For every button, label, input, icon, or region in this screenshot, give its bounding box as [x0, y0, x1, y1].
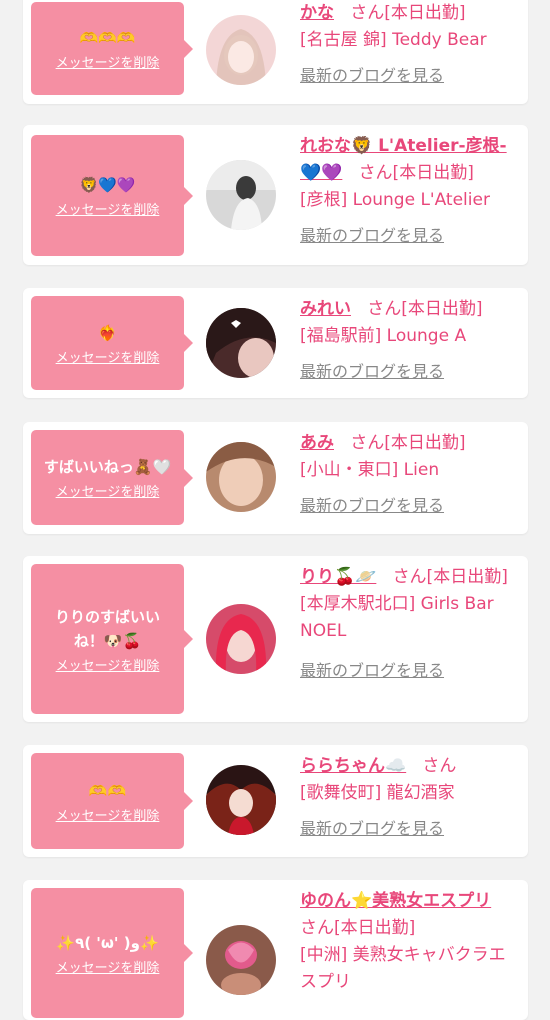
- cast-name-link[interactable]: ゆのん⭐美熟女エスプリ: [300, 891, 491, 911]
- delete-message-link[interactable]: メッセージを削除: [56, 805, 160, 824]
- avatar[interactable]: [206, 604, 276, 674]
- latest-blog-link[interactable]: 最新のブログを見る: [300, 62, 444, 89]
- cast-status: さん: [422, 756, 457, 776]
- shop-info: [本厚木駅北口] Girls Bar NOEL: [300, 594, 494, 641]
- shop-info: [名古屋 錦] Teddy Bear: [300, 30, 487, 50]
- cast-status: さん[本日出勤]: [350, 433, 466, 453]
- cast-name-link[interactable]: ららちゃん☁️: [300, 756, 406, 776]
- cast-info: みれい さん[本日出勤] [福島駅前] Lounge A 最新のブログを見る: [300, 296, 518, 386]
- latest-blog-link[interactable]: 最新のブログを見る: [300, 815, 444, 842]
- delete-message-link[interactable]: メッセージを削除: [56, 199, 160, 218]
- avatar[interactable]: [206, 442, 276, 512]
- message-text: 🫶🫶: [88, 781, 127, 800]
- message-text: りりのすばいいね！🐶🍒: [54, 607, 160, 650]
- cast-info: あみ さん[本日出勤] [小山・東口] Lien 最新のブログを見る: [300, 430, 518, 520]
- delete-message-link[interactable]: メッセージを削除: [56, 957, 160, 976]
- message-bubble: ❤️‍🔥 メッセージを削除: [31, 296, 193, 390]
- favorite-card: すばいいねっ🧸🤍 メッセージを削除 あみ さん[本日出勤] [小山・東口] Li…: [23, 422, 528, 534]
- cast-info: ららちゃん☁️ さん [歌舞伎町] 龍幻酒家 最新のブログを見る: [300, 753, 518, 843]
- cast-info: れおな🦁 L'Atelier-彦根-💙💜 さん[本日出勤] [彦根] Loung…: [300, 133, 518, 250]
- message-bubble: りりのすばいいね！🐶🍒 メッセージを削除: [31, 564, 193, 714]
- avatar[interactable]: [206, 925, 276, 995]
- message-bubble: ✨٩( 'ω' )و✨ メッセージを削除: [31, 888, 193, 1018]
- latest-blog-link[interactable]: 最新のブログを見る: [300, 492, 444, 519]
- shop-info: [彦根] Lounge L'Atelier: [300, 190, 490, 210]
- favorite-card: ✨٩( 'ω' )و✨ メッセージを削除 ゆのん⭐美熟女エスプリ さん[本日出勤…: [23, 880, 528, 1020]
- delete-message-link[interactable]: メッセージを削除: [56, 481, 160, 500]
- shop-info: [小山・東口] Lien: [300, 460, 440, 480]
- message-bubble: すばいいねっ🧸🤍 メッセージを削除: [31, 430, 193, 525]
- cast-status: さん[本日出勤]: [358, 163, 474, 183]
- cast-name-link[interactable]: りり🍒🪐: [300, 567, 376, 587]
- message-text: ✨٩( 'ω' )و✨: [56, 933, 159, 952]
- cast-info: りり🍒🪐 さん[本日出勤] [本厚木駅北口] Girls Bar NOEL 最新…: [300, 564, 518, 685]
- favorite-card: 🫶🫶🫶 メッセージを削除 かな さん[本日出勤] [名古屋 錦] Teddy B…: [23, 0, 528, 104]
- avatar[interactable]: [206, 160, 276, 230]
- message-bubble: 🦁💙💜 メッセージを削除: [31, 135, 193, 256]
- cast-name-link[interactable]: みれい: [300, 299, 351, 319]
- favorite-card: りりのすばいいね！🐶🍒 メッセージを削除 りり🍒🪐 さん[本日出勤] [本厚木駅…: [23, 556, 528, 722]
- cast-name-link[interactable]: かな: [300, 3, 334, 23]
- shop-info: [歌舞伎町] 龍幻酒家: [300, 783, 455, 803]
- favorite-card: 🦁💙💜 メッセージを削除 れおな🦁 L'Atelier-彦根-💙💜 さん[本日出…: [23, 125, 528, 265]
- cast-status: さん[本日出勤]: [300, 918, 416, 938]
- message-text: 🫶🫶🫶: [79, 29, 136, 47]
- shop-info: [中洲] 美熟女キャバクラエスプリ: [300, 945, 506, 992]
- message-bubble: 🫶🫶 メッセージを削除: [31, 753, 193, 849]
- avatar[interactable]: [206, 15, 276, 85]
- cast-info: ゆのん⭐美熟女エスプリ さん[本日出勤] [中洲] 美熟女キャバクラエスプリ: [300, 888, 518, 996]
- message-text: ❤️‍🔥: [98, 323, 117, 342]
- cast-info: かな さん[本日出勤] [名古屋 錦] Teddy Bear 最新のブログを見る: [300, 0, 518, 90]
- delete-message-link[interactable]: メッセージを削除: [56, 52, 160, 71]
- favorite-card: ❤️‍🔥 メッセージを削除 みれい さん[本日出勤] [福島駅前] Lounge…: [23, 288, 528, 398]
- message-bubble: 🫶🫶🫶 メッセージを削除: [31, 2, 193, 95]
- latest-blog-link[interactable]: 最新のブログを見る: [300, 358, 444, 385]
- cast-status: さん[本日出勤]: [367, 299, 483, 319]
- avatar[interactable]: [206, 765, 276, 835]
- delete-message-link[interactable]: メッセージを削除: [56, 347, 160, 366]
- delete-message-link[interactable]: メッセージを削除: [56, 655, 160, 674]
- cast-status: さん[本日出勤]: [392, 567, 508, 587]
- latest-blog-link[interactable]: 最新のブログを見る: [300, 222, 444, 249]
- shop-info: [福島駅前] Lounge A: [300, 326, 467, 346]
- message-text: すばいいねっ🧸🤍: [43, 458, 172, 476]
- cast-name-link[interactable]: あみ: [300, 433, 334, 453]
- cast-status: さん[本日出勤]: [350, 3, 466, 23]
- message-text: 🦁💙💜: [79, 176, 136, 194]
- latest-blog-link[interactable]: 最新のブログを見る: [300, 657, 444, 684]
- favorite-card: 🫶🫶 メッセージを削除 ららちゃん☁️ さん [歌舞伎町] 龍幻酒家 最新のブロ…: [23, 745, 528, 857]
- avatar[interactable]: [206, 308, 276, 378]
